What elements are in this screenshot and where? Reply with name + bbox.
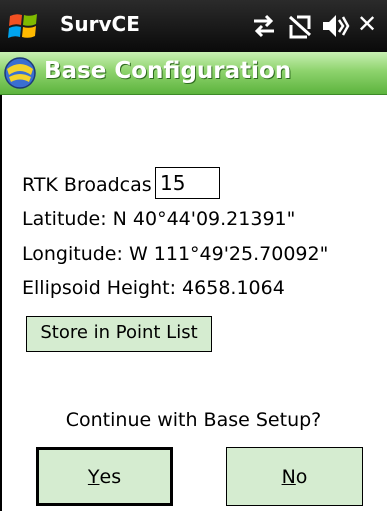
no-mnemonic: N <box>281 465 296 488</box>
rtk-broadcast-input[interactable] <box>155 167 220 199</box>
page-header: Base Configuration <box>0 52 387 95</box>
connectivity-icon[interactable] <box>250 11 278 41</box>
store-in-point-list-button[interactable]: Store in Point List <box>26 316 212 352</box>
volume-icon[interactable] <box>320 11 350 41</box>
no-button[interactable]: No <box>226 447 363 506</box>
latitude-text: Latitude: N 40°44'09.21391" <box>22 208 296 230</box>
yes-button[interactable]: Yes <box>36 447 173 506</box>
longitude-text: Longitude: W 111°49'25.70092" <box>22 243 329 265</box>
yes-mnemonic: Y <box>87 465 100 488</box>
survce-logo-icon <box>4 57 36 89</box>
continue-question: Continue with Base Setup? <box>65 409 322 431</box>
yes-label: es <box>99 465 122 488</box>
main-content: RTK Broadcas Latitude: N 40°44'09.21391"… <box>0 95 387 511</box>
no-label: o <box>295 465 308 488</box>
page-title: Base Configuration <box>44 58 292 84</box>
app-title: SurvCE <box>60 12 140 36</box>
close-icon[interactable]: ✕ <box>357 10 377 38</box>
rtk-broadcast-label: RTK Broadcas <box>22 174 152 196</box>
left-border <box>0 95 2 511</box>
no-signal-icon[interactable] <box>285 11 315 41</box>
ellipsoid-height-text: Ellipsoid Height: 4658.1064 <box>22 277 285 299</box>
windows-start-icon[interactable] <box>6 8 42 44</box>
title-bar: SurvCE ✕ <box>0 0 387 52</box>
